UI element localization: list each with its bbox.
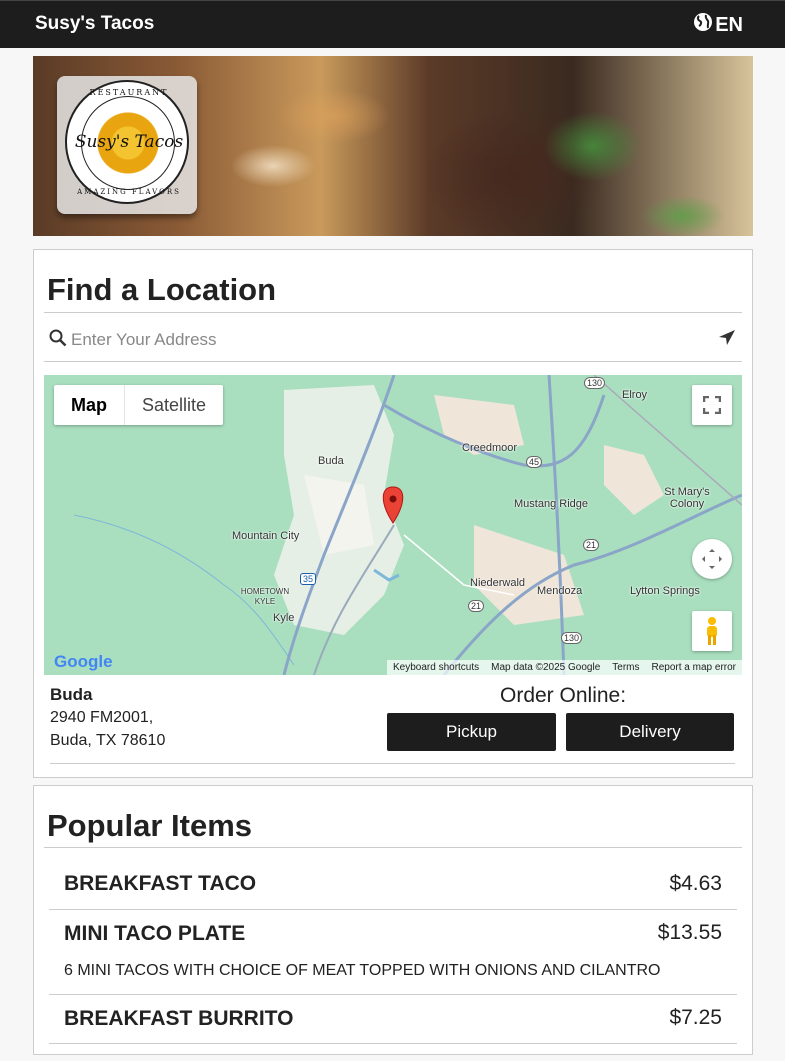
terms-link[interactable]: Terms xyxy=(612,660,639,675)
language-label: EN xyxy=(715,13,743,36)
highway-shield: 45 xyxy=(526,456,543,468)
item-description: 6 MINI TACOS WITH CHOICE OF MEAT TOPPED … xyxy=(64,962,661,979)
order-online-title: Order Online: xyxy=(500,684,627,707)
brand-name[interactable]: Susy's Tacos xyxy=(35,13,154,35)
map[interactable]: Map Satellite Buda Creedmoor Elroy Musta… xyxy=(44,375,742,675)
item-price: $7.25 xyxy=(669,1006,722,1029)
map-data-text: Map data ©2025 Google xyxy=(491,662,601,673)
find-location-title: Find a Location xyxy=(47,272,277,307)
location-address-line1: 2940 FM2001, xyxy=(50,709,154,726)
divider xyxy=(49,1043,737,1044)
search-icon xyxy=(49,329,67,352)
highway-shield: 35 xyxy=(300,573,317,585)
item-price: $13.55 xyxy=(657,921,722,944)
map-label: Lytton Springs xyxy=(630,585,700,597)
map-label: HOMETOWN KYLE xyxy=(240,587,290,606)
camera-control-button[interactable] xyxy=(692,539,732,579)
divider xyxy=(44,312,742,313)
highway-shield: 21 xyxy=(583,539,600,551)
item-price: $4.63 xyxy=(669,872,722,895)
hero-banner: RESTAURANT Susy's Tacos AMAZING FLAVORS xyxy=(33,56,753,236)
divider xyxy=(50,763,735,764)
street-view-button[interactable] xyxy=(692,611,732,651)
report-map-error-link[interactable]: Report a map error xyxy=(652,660,736,675)
google-logo[interactable]: Google xyxy=(54,652,113,672)
map-label: Mountain City xyxy=(232,530,300,542)
divider xyxy=(49,994,737,995)
map-type-control: Map Satellite xyxy=(54,385,224,425)
item-name: MINI TACO PLATE xyxy=(64,922,246,945)
popular-items-title: Popular Items xyxy=(47,808,252,843)
address-input[interactable] xyxy=(69,327,713,353)
map-type-satellite-button[interactable]: Satellite xyxy=(125,385,223,425)
top-bar: Susy's Tacos EN xyxy=(0,0,785,48)
globe-icon xyxy=(693,12,713,38)
fullscreen-icon xyxy=(703,396,721,414)
map-type-map-button[interactable]: Map xyxy=(54,385,125,425)
map-label: Creedmoor xyxy=(462,442,518,454)
pickup-button[interactable]: Pickup xyxy=(387,713,556,751)
item-name: BREAKFAST BURRITO xyxy=(64,1007,294,1030)
keyboard-shortcuts-link[interactable]: Keyboard shortcuts xyxy=(393,660,479,675)
location-name: Buda xyxy=(50,685,93,704)
map-label: St Mary's Colony xyxy=(664,486,710,510)
map-label: Mendoza xyxy=(537,585,583,597)
move-icon xyxy=(702,549,722,569)
find-location-card: Find a Location Enter Your Address Map S… xyxy=(33,249,753,778)
location-address-line2: Buda, TX 78610 xyxy=(50,732,166,749)
highway-shield: 130 xyxy=(584,377,606,389)
map-label: Niederwald xyxy=(470,577,526,589)
delivery-button[interactable]: Delivery xyxy=(566,713,734,751)
language-selector[interactable]: EN xyxy=(693,12,743,38)
highway-shield: 21 xyxy=(468,600,485,612)
divider xyxy=(44,847,742,848)
locate-arrow-icon[interactable] xyxy=(718,329,736,352)
map-label: Buda xyxy=(318,455,344,467)
highway-shield: 130 xyxy=(561,632,583,644)
item-name: BREAKFAST TACO xyxy=(64,872,257,895)
map-label: Kyle xyxy=(273,612,295,624)
map-label: Mustang Ridge xyxy=(514,498,588,510)
divider xyxy=(49,909,737,910)
pegman-icon xyxy=(707,617,717,645)
map-attribution: Keyboard shortcuts Map data ©2025 Google… xyxy=(386,660,742,675)
popular-items-card: Popular Items BREAKFAST TACO $4.63 MINI … xyxy=(33,785,753,1055)
map-label: Elroy xyxy=(622,389,648,401)
logo[interactable]: RESTAURANT Susy's Tacos AMAZING FLAVORS xyxy=(57,76,197,214)
fullscreen-button[interactable] xyxy=(692,385,732,425)
address-search xyxy=(44,316,742,362)
